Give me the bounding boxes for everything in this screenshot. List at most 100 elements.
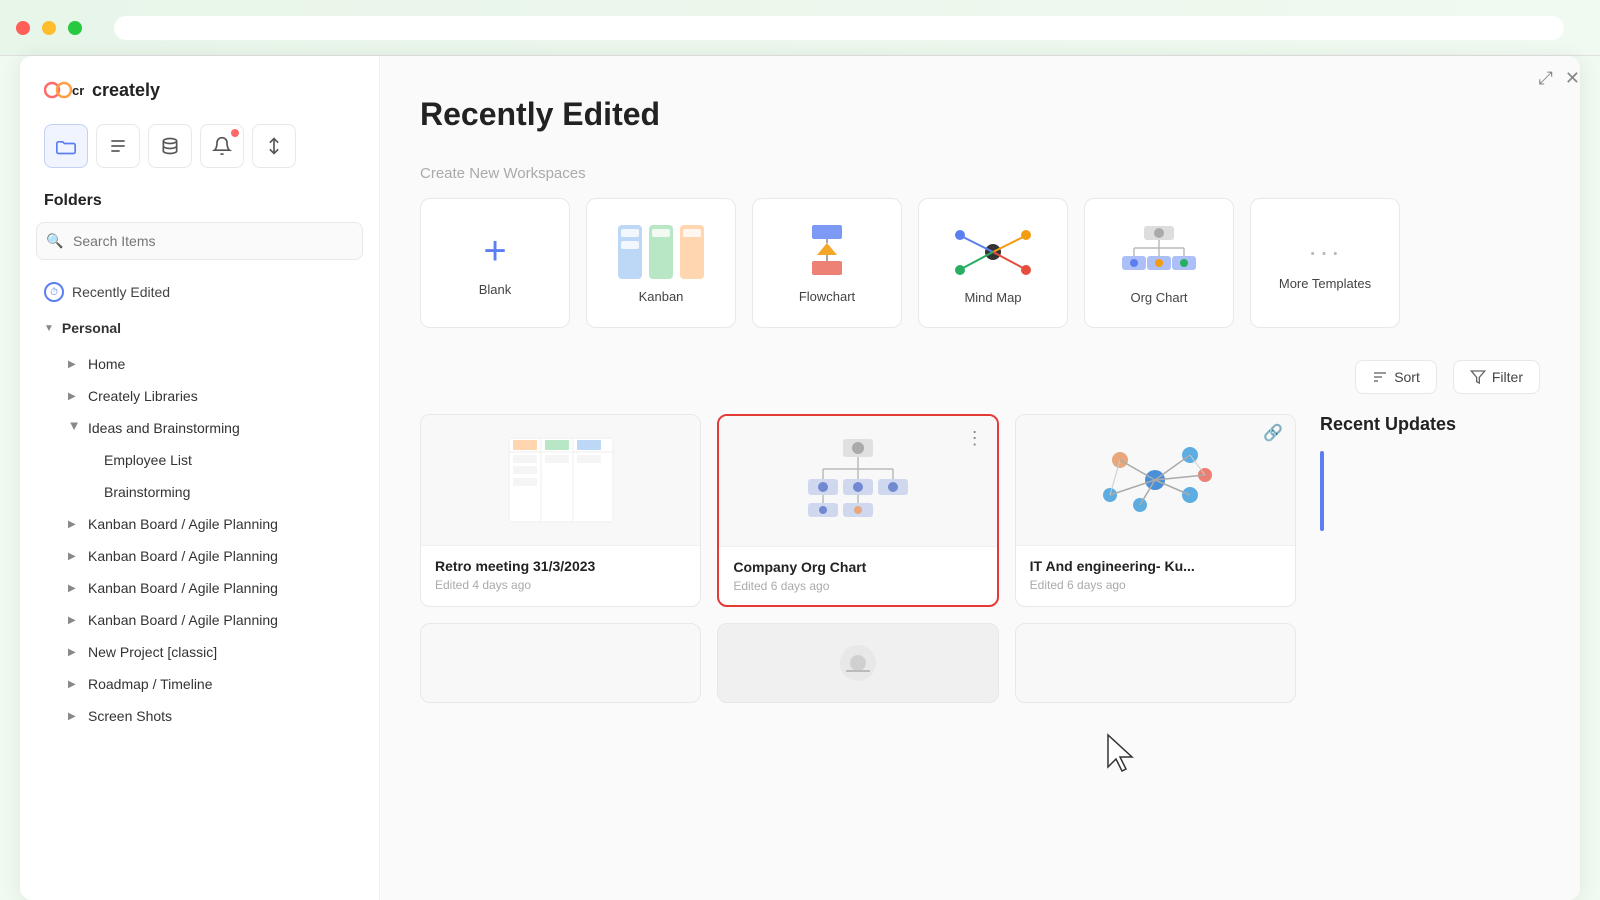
more-dots-icon: ··· [1308, 236, 1342, 268]
card-org-chart[interactable]: ⋮ [717, 414, 998, 607]
kanban4-label: Kanban Board / Agile Planning [88, 612, 355, 628]
sidebar-item-kanban4[interactable]: ▶ Kanban Board / Agile Planning [20, 604, 379, 636]
employee-label: Employee List [104, 452, 355, 468]
ideas-label: Ideas and Brainstorming [88, 420, 355, 436]
content-area: Retro meeting 31/3/2023 Edited 4 days ag… [420, 414, 1540, 703]
screenshots-label: Screen Shots [88, 708, 355, 724]
logo: creately creately [20, 56, 379, 120]
close-dot[interactable] [16, 21, 30, 35]
template-more-label: More Templates [1279, 276, 1371, 291]
filter-label: Filter [1492, 369, 1523, 385]
personal-label: Personal [62, 320, 121, 336]
it-engineering-preview-icon [1090, 430, 1220, 530]
minimize-dot[interactable] [42, 21, 56, 35]
create-label: Create New Workspaces [420, 165, 1540, 182]
sidebar-item-roadmap[interactable]: ▶ Roadmap / Timeline [20, 668, 379, 700]
sidebar-item-employee[interactable]: Employee List [20, 444, 379, 476]
sidebar-toolbar [20, 120, 379, 184]
close-window-button[interactable]: ✕ [1565, 68, 1580, 89]
bottom-card-2[interactable] [717, 623, 998, 703]
card-it-engineering[interactable]: 🔗 [1015, 414, 1296, 607]
main-content: Recently Edited Create New Workspaces + … [380, 56, 1580, 900]
filter-button[interactable]: Filter [1453, 360, 1540, 394]
card-org-title: Company Org Chart [733, 559, 982, 575]
card-it-time: Edited 6 days ago [1030, 578, 1281, 592]
kanban3-arrow: ▶ [68, 583, 80, 594]
template-flowchart[interactable]: Flowchart [752, 198, 902, 328]
sidebar-item-kanban1[interactable]: ▶ Kanban Board / Agile Planning [20, 508, 379, 540]
template-orgchart[interactable]: Org Chart [1084, 198, 1234, 328]
template-orgchart-label: Org Chart [1130, 290, 1187, 305]
sidebar-nav: ▶ Home ▶ Creately Libraries ▶ Ideas and … [20, 344, 379, 736]
card-retro-info: Retro meeting 31/3/2023 Edited 4 days ag… [421, 545, 700, 604]
kanban2-label: Kanban Board / Agile Planning [88, 548, 355, 564]
sort-button[interactable]: Sort [1355, 360, 1437, 394]
sidebar-item-brainstorming[interactable]: Brainstorming [20, 476, 379, 508]
card-org-time: Edited 6 days ago [733, 579, 982, 593]
template-blank[interactable]: + Blank [420, 198, 570, 328]
database-button[interactable] [148, 124, 192, 168]
card-org-info: Company Org Chart Edited 6 days ago [719, 546, 996, 605]
blank-plus-icon: + [483, 229, 506, 274]
libraries-arrow: ▶ [68, 391, 80, 402]
search-input[interactable] [36, 222, 363, 260]
personal-section[interactable]: ▼ Personal [20, 312, 379, 344]
sidebar-item-kanban2[interactable]: ▶ Kanban Board / Agile Planning [20, 540, 379, 572]
card-retro-time: Edited 4 days ago [435, 578, 686, 592]
card-it-title: IT And engineering- Ku... [1030, 558, 1281, 574]
template-mindmap[interactable]: Mind Map [918, 198, 1068, 328]
home-arrow: ▶ [68, 359, 80, 370]
image-placeholder-icon [838, 643, 878, 683]
page-title: Recently Edited [420, 96, 1540, 133]
list-button[interactable] [96, 124, 140, 168]
kanban1-arrow: ▶ [68, 519, 80, 530]
more-button[interactable] [252, 124, 296, 168]
kanban2-arrow: ▶ [68, 551, 80, 562]
notifications-button[interactable] [200, 124, 244, 168]
personal-arrow: ▼ [44, 323, 54, 334]
card-it-info: IT And engineering- Ku... Edited 6 days … [1016, 545, 1295, 604]
svg-text:creately: creately [72, 83, 84, 98]
folders-button[interactable] [44, 124, 88, 168]
ideas-arrow: ▶ [69, 422, 80, 434]
sidebar-item-ideas[interactable]: ▶ Ideas and Brainstorming [20, 412, 379, 444]
resize-button[interactable]: ⤢ [1539, 68, 1553, 89]
flowchart-preview-icon [787, 223, 867, 281]
sort-icon [1372, 369, 1388, 385]
card-retro-title: Retro meeting 31/3/2023 [435, 558, 686, 574]
filter-icon [1470, 369, 1486, 385]
template-kanban-label: Kanban [639, 289, 684, 304]
sidebar: creately creately [20, 56, 380, 900]
maximize-dot[interactable] [68, 21, 82, 35]
roadmap-arrow: ▶ [68, 679, 80, 690]
sidebar-item-screenshots[interactable]: ▶ Screen Shots [20, 700, 379, 732]
bottom-cards-row [420, 623, 1296, 703]
screenshots-arrow: ▶ [68, 711, 80, 722]
template-blank-label: Blank [479, 282, 512, 297]
window-controls: ⤢ ✕ [1539, 68, 1581, 89]
template-flowchart-label: Flowchart [799, 289, 855, 304]
bottom-card-1[interactable] [420, 623, 701, 703]
notification-badge [231, 129, 239, 137]
recently-edited-item[interactable]: ⏱ Recently Edited [20, 272, 379, 312]
bottom-card-3[interactable] [1015, 623, 1296, 703]
sort-filter-bar: Sort Filter [420, 360, 1540, 394]
card-retro-preview [421, 415, 700, 545]
sidebar-item-kanban3[interactable]: ▶ Kanban Board / Agile Planning [20, 572, 379, 604]
sidebar-item-home[interactable]: ▶ Home [20, 348, 379, 380]
template-kanban[interactable]: Kanban [586, 198, 736, 328]
templates-row: + Blank Kanban [420, 198, 1540, 328]
card-it-preview: 🔗 [1016, 415, 1295, 545]
search-container: 🔍 [20, 222, 379, 272]
card-retro-meeting[interactable]: Retro meeting 31/3/2023 Edited 4 days ag… [420, 414, 701, 607]
sidebar-item-libraries[interactable]: ▶ Creately Libraries [20, 380, 379, 412]
recently-edited-icon: ⏱ [44, 282, 64, 302]
kanban1-label: Kanban Board / Agile Planning [88, 516, 355, 532]
retro-meeting-preview-icon [501, 430, 621, 530]
template-more[interactable]: ··· More Templates [1250, 198, 1400, 328]
libraries-label: Creately Libraries [88, 388, 355, 404]
sidebar-item-newproject[interactable]: ▶ New Project [classic] [20, 636, 379, 668]
sort-label: Sort [1394, 369, 1420, 385]
card-menu-button[interactable]: ⋮ [961, 424, 989, 452]
template-mindmap-label: Mind Map [964, 290, 1021, 305]
